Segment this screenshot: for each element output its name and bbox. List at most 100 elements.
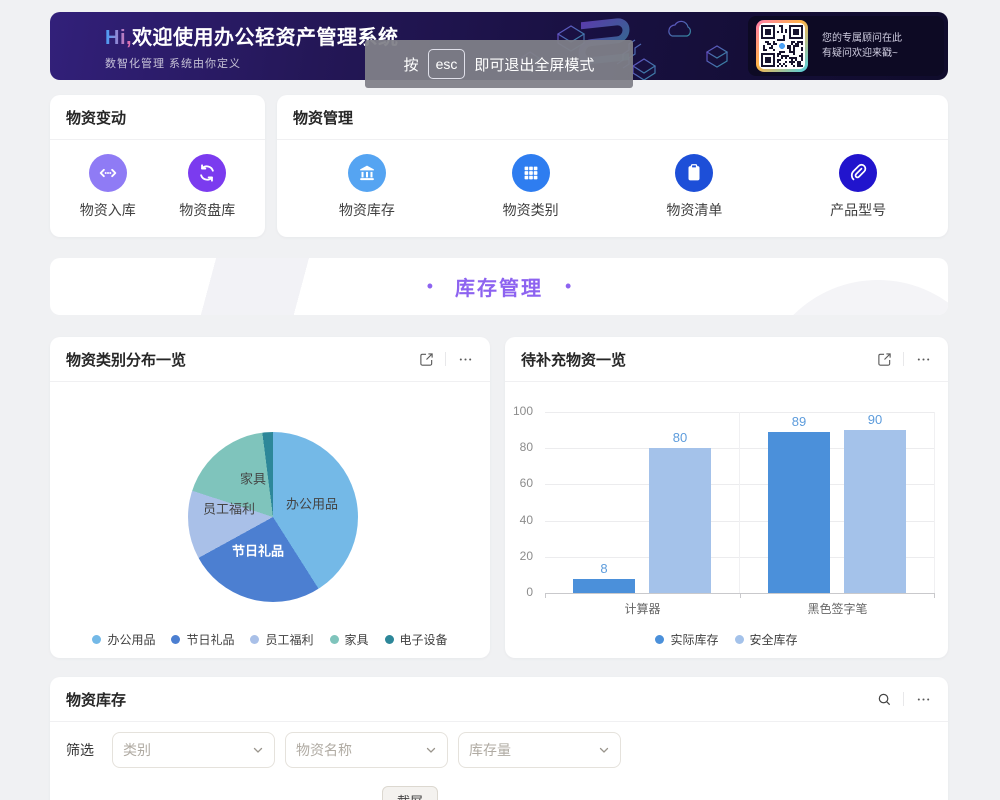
filter-select[interactable]: 物资名称 <box>285 732 448 768</box>
y-axis-tick: 0 <box>526 585 533 599</box>
legend-label: 安全库存 <box>750 631 798 648</box>
quick-link-item[interactable]: 物资入库 <box>80 154 136 220</box>
chevron-down-icon <box>598 744 610 756</box>
legend-dot <box>171 635 180 644</box>
chevron-down-icon <box>425 744 437 756</box>
screenshot-button[interactable]: 截屏 <box>382 786 438 800</box>
clipboard-icon <box>675 154 713 192</box>
sync-icon <box>188 154 226 192</box>
bar[interactable] <box>649 448 711 593</box>
x-axis-tick <box>740 593 741 598</box>
bar-value-label: 90 <box>868 412 882 427</box>
card-title: 物资管理 <box>293 107 932 128</box>
quick-link-item[interactable]: 产品型号 <box>830 154 886 220</box>
legend-item[interactable]: 员工福利 <box>250 631 313 648</box>
legend-dot <box>655 635 664 644</box>
quick-link-item[interactable]: 物资盘库 <box>179 154 235 220</box>
quick-link-item[interactable]: 物资类别 <box>503 154 559 220</box>
card-title: 待补充物资一览 <box>521 349 875 370</box>
pie-chart-area: 办公用品节日礼品员工福利家具 <box>188 432 358 602</box>
material-change-card: 物资变动 物资入库物资盘库 <box>50 95 265 237</box>
card-header: 物资变动 <box>50 95 265 140</box>
filter-select[interactable]: 库存量 <box>458 732 621 768</box>
qr-caption-line1: 您的专属顾问在此 <box>822 31 902 46</box>
bar-chart-area: 020406080100 8808990 计算器黑色签字笔 实际库存安全库存 <box>505 382 948 658</box>
filter-select[interactable]: 类别 <box>112 732 275 768</box>
legend-label: 办公用品 <box>107 631 155 648</box>
bar-column: 90 <box>844 412 906 593</box>
bar-group: 8 80 <box>545 412 739 593</box>
bar-chart[interactable]: 8 80 89 90 <box>545 412 935 593</box>
quick-link-item[interactable]: 物资清单 <box>666 154 722 220</box>
bar-value-label: 89 <box>792 414 806 429</box>
qr-caption-line2: 有疑问欢迎来戳~ <box>822 46 902 61</box>
external-link-icon[interactable] <box>417 350 435 368</box>
legend-item[interactable]: 实际库存 <box>655 631 718 648</box>
filter-row: 筛选 类别物资名称库存量 <box>66 732 631 768</box>
consultant-qr-panel: 您的专属顾问在此 有疑问欢迎来戳~ <box>748 16 944 76</box>
greeting-prefix: Hi, <box>105 27 132 49</box>
section-title: 库存管理 <box>455 272 543 301</box>
y-axis-tick: 100 <box>513 404 533 418</box>
legend-label: 员工福利 <box>265 631 313 648</box>
bar-value-label: 8 <box>600 561 607 576</box>
bar[interactable] <box>573 579 635 593</box>
banner-subtitle: 数智化管理 系统由你定义 <box>105 55 399 71</box>
bar[interactable] <box>844 430 906 593</box>
card-title: 物资库存 <box>66 689 875 710</box>
bar-column: 8 <box>573 561 635 593</box>
quick-link-label: 物资清单 <box>666 200 722 220</box>
y-axis-tick: 80 <box>520 440 533 454</box>
more-icon[interactable] <box>914 690 932 708</box>
bar-value-label: 80 <box>673 430 687 445</box>
banner-text: Hi,欢迎使用办公轻资产管理系统 数智化管理 系统由你定义 <box>105 25 399 71</box>
bar-legend: 实际库存 安全库存 <box>505 631 948 648</box>
legend-item[interactable]: 家具 <box>330 631 369 648</box>
bar-column: 89 <box>768 414 830 593</box>
more-icon[interactable] <box>456 350 474 368</box>
search-icon[interactable] <box>875 690 893 708</box>
x-axis-tick <box>545 593 546 598</box>
legend-label: 电子设备 <box>400 631 448 648</box>
external-link-icon[interactable] <box>875 350 893 368</box>
y-axis-tick: 20 <box>520 549 533 563</box>
legend-item[interactable]: 安全库存 <box>735 631 798 648</box>
x-axis-tick <box>934 593 935 598</box>
inventory-section-banner: • 库存管理 • <box>50 258 948 315</box>
quick-link-label: 物资库存 <box>339 200 395 220</box>
divider <box>903 692 904 706</box>
divider <box>903 352 904 366</box>
greeting-title: 欢迎使用办公轻资产管理系统 <box>132 27 399 49</box>
bar-y-axis: 020406080100 <box>505 412 539 593</box>
pie-chart[interactable] <box>188 432 358 602</box>
select-placeholder: 物资名称 <box>296 740 425 760</box>
quick-link-label: 物资盘库 <box>179 200 235 220</box>
grid-icon <box>512 154 550 192</box>
divider <box>445 352 446 366</box>
bar[interactable] <box>768 432 830 593</box>
more-icon[interactable] <box>914 350 932 368</box>
card-header: 物资类别分布一览 <box>50 337 490 382</box>
quick-link-label: 产品型号 <box>830 200 886 220</box>
quick-link-item[interactable]: 物资库存 <box>339 154 395 220</box>
legend-dot <box>735 635 744 644</box>
bar-column: 80 <box>649 430 711 593</box>
legend-dot <box>385 635 394 644</box>
filter-selects: 类别 物资名称 库存量 <box>112 732 631 768</box>
section-dot-right: • <box>565 276 571 297</box>
card-actions <box>417 350 474 368</box>
bar-category-label: 黑色签字笔 <box>740 600 935 617</box>
card-title: 物资类别分布一览 <box>66 349 417 370</box>
bank-icon <box>348 154 386 192</box>
legend-label: 节日礼品 <box>186 631 234 648</box>
chevron-down-icon <box>252 744 264 756</box>
legend-item[interactable]: 电子设备 <box>385 631 448 648</box>
legend-item[interactable]: 办公用品 <box>92 631 155 648</box>
card-title: 物资变动 <box>66 107 249 128</box>
bar-groups: 8 80 89 90 <box>545 412 934 593</box>
paperclip-icon <box>839 154 877 192</box>
legend-dot <box>330 635 339 644</box>
card-header: 待补充物资一览 <box>505 337 948 382</box>
bar-group: 89 90 <box>739 412 934 593</box>
legend-item[interactable]: 节日礼品 <box>171 631 234 648</box>
